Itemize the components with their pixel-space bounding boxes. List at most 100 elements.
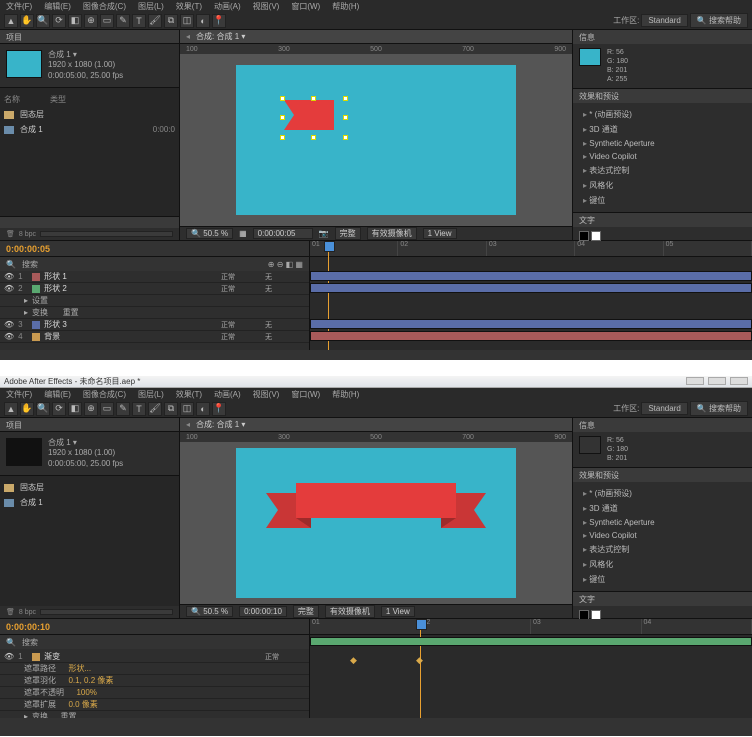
mask-prop[interactable]: 遮罩羽化 0.1, 0.2 像素 — [0, 675, 309, 687]
resolution-dropdown[interactable]: 完整 — [335, 227, 361, 240]
menu-edit[interactable]: 编辑(E) — [44, 389, 71, 400]
fx-item[interactable]: 风格化 — [573, 178, 752, 193]
eraser-tool[interactable]: ◫ — [180, 14, 194, 28]
preview-time[interactable]: 0:00:00:05 — [253, 228, 313, 239]
composition-viewport[interactable] — [180, 442, 572, 604]
anchor-tool[interactable]: ⊕ — [84, 14, 98, 28]
layer-color-swatch[interactable] — [32, 321, 40, 329]
layer-bar[interactable] — [310, 637, 752, 646]
comp-tab-label[interactable]: 合成: 合成 1 ▾ — [196, 31, 245, 42]
roto-tool[interactable]: ◐ — [196, 14, 210, 28]
menu-help[interactable]: 帮助(H) — [332, 1, 359, 12]
views-dropdown[interactable]: 1 View — [381, 606, 415, 617]
fx-item[interactable]: * (动画预设) — [573, 486, 752, 501]
camera-tool[interactable]: ◧ — [68, 402, 82, 416]
transform-group[interactable]: ▸ 变换 重置 — [0, 711, 309, 718]
eraser-tool[interactable]: ◫ — [180, 402, 194, 416]
help-search[interactable]: 🔍 搜索帮助 — [690, 401, 748, 416]
project-item-folder[interactable]: 固态层 — [4, 480, 175, 495]
comp-thumbnail[interactable] — [6, 438, 42, 466]
mask-prop[interactable]: 遮罩路径 形状... — [0, 663, 309, 675]
menu-view[interactable]: 视图(V) — [253, 1, 280, 12]
pen-tool[interactable]: ✎ — [116, 14, 130, 28]
rect-tool[interactable]: ▭ — [100, 402, 114, 416]
text-tool[interactable]: T — [132, 402, 146, 416]
menu-view[interactable]: 视图(V) — [253, 389, 280, 400]
fx-item[interactable]: Synthetic Aperture — [573, 516, 752, 529]
project-item-comp[interactable]: 合成 1 0:00:0 — [4, 122, 175, 137]
hand-tool[interactable]: ✋ — [20, 14, 34, 28]
help-search[interactable]: 🔍 搜索帮助 — [690, 13, 748, 28]
layer-color-swatch[interactable] — [32, 273, 40, 281]
selection-tool[interactable]: ▲ — [4, 402, 18, 416]
text-tool[interactable]: T — [132, 14, 146, 28]
fx-item[interactable]: 3D 通道 — [573, 501, 752, 516]
project-tab[interactable]: 项目 — [0, 30, 179, 44]
window-close[interactable] — [730, 377, 748, 385]
fx-item[interactable]: Synthetic Aperture — [573, 137, 752, 150]
layer-bar[interactable] — [310, 319, 752, 329]
layer-color-swatch[interactable] — [32, 285, 40, 293]
menu-window[interactable]: 窗口(W) — [291, 389, 320, 400]
brush-tool[interactable]: 🖌 — [148, 402, 162, 416]
fx-item[interactable]: 键位 — [573, 193, 752, 208]
camera-tool[interactable]: ◧ — [68, 14, 82, 28]
layer-color-swatch[interactable] — [32, 333, 40, 341]
clone-tool[interactable]: ⧉ — [164, 14, 178, 28]
menu-help[interactable]: 帮助(H) — [332, 389, 359, 400]
window-maximize[interactable] — [708, 377, 726, 385]
menu-comp[interactable]: 图像合成(C) — [83, 389, 126, 400]
fill-color[interactable] — [579, 231, 589, 241]
fx-item[interactable]: Video Copilot — [573, 150, 752, 163]
comp-thumbnail[interactable] — [6, 50, 42, 78]
preview-time[interactable]: 0:00:00:10 — [239, 606, 287, 617]
canvas[interactable] — [236, 448, 516, 598]
layer-row[interactable]: 👁1 形状 1 正常无 — [0, 271, 309, 283]
character-panel-header[interactable]: 文字 — [573, 213, 752, 227]
window-minimize[interactable] — [686, 377, 704, 385]
comp-tab-label[interactable]: 合成: 合成 1 ▾ — [196, 419, 245, 430]
menu-layer[interactable]: 图层(L) — [138, 1, 164, 12]
brush-tool[interactable]: 🖌 — [148, 14, 162, 28]
menu-comp[interactable]: 图像合成(C) — [83, 1, 126, 12]
roto-tool[interactable]: ◐ — [196, 402, 210, 416]
views-dropdown[interactable]: 1 View — [423, 228, 457, 239]
stroke-color[interactable] — [591, 231, 601, 241]
resolution-dropdown[interactable]: 完整 — [293, 605, 319, 618]
workspace-dropdown[interactable]: Standard — [641, 14, 687, 27]
menu-effect[interactable]: 效果(T) — [176, 389, 202, 400]
current-timecode[interactable]: 0:00:00:05 — [6, 244, 50, 254]
menu-edit[interactable]: 编辑(E) — [44, 1, 71, 12]
layer-row[interactable]: 👁4 背景 正常无 — [0, 331, 309, 343]
time-ruler[interactable]: 01 02 03 04 — [310, 619, 752, 635]
layer-sub[interactable]: ▸ 变换 重置 — [0, 307, 309, 319]
layer-color-swatch[interactable] — [32, 653, 40, 661]
layer-bar[interactable] — [310, 331, 752, 341]
layer-bar[interactable] — [310, 271, 752, 281]
zoom-tool[interactable]: 🔍 — [36, 14, 50, 28]
effects-panel-header[interactable]: 效果和预设 — [573, 89, 752, 103]
rotate-tool[interactable]: ⟳ — [52, 14, 66, 28]
character-panel-header[interactable]: 文字 — [573, 592, 752, 606]
project-item-comp[interactable]: 合成 1 — [4, 495, 175, 510]
fx-item[interactable]: 表达式控制 — [573, 542, 752, 557]
camera-dropdown[interactable]: 有效摄像机 — [325, 605, 375, 618]
shape-flag[interactable] — [284, 100, 334, 130]
puppet-tool[interactable]: 📍 — [212, 402, 226, 416]
fx-item[interactable]: 3D 通道 — [573, 122, 752, 137]
selection-handles[interactable] — [280, 96, 348, 140]
menu-effect[interactable]: 效果(T) — [176, 1, 202, 12]
selection-tool[interactable]: ▲ — [4, 14, 18, 28]
layer-sub[interactable]: ▸ 设置 — [0, 295, 309, 307]
camera-dropdown[interactable]: 有效摄像机 — [367, 227, 417, 240]
menu-layer[interactable]: 图层(L) — [138, 389, 164, 400]
hand-tool[interactable]: ✋ — [20, 402, 34, 416]
shape-ribbon[interactable] — [266, 478, 486, 548]
menu-file[interactable]: 文件(F) — [6, 389, 32, 400]
keyframe-icon[interactable]: ◆ — [350, 655, 357, 666]
layer-bar[interactable] — [310, 283, 752, 293]
fx-item[interactable]: Video Copilot — [573, 529, 752, 542]
mask-prop[interactable]: 遮罩不透明 100% — [0, 687, 309, 699]
menu-anim[interactable]: 动画(A) — [214, 1, 241, 12]
puppet-tool[interactable]: 📍 — [212, 14, 226, 28]
